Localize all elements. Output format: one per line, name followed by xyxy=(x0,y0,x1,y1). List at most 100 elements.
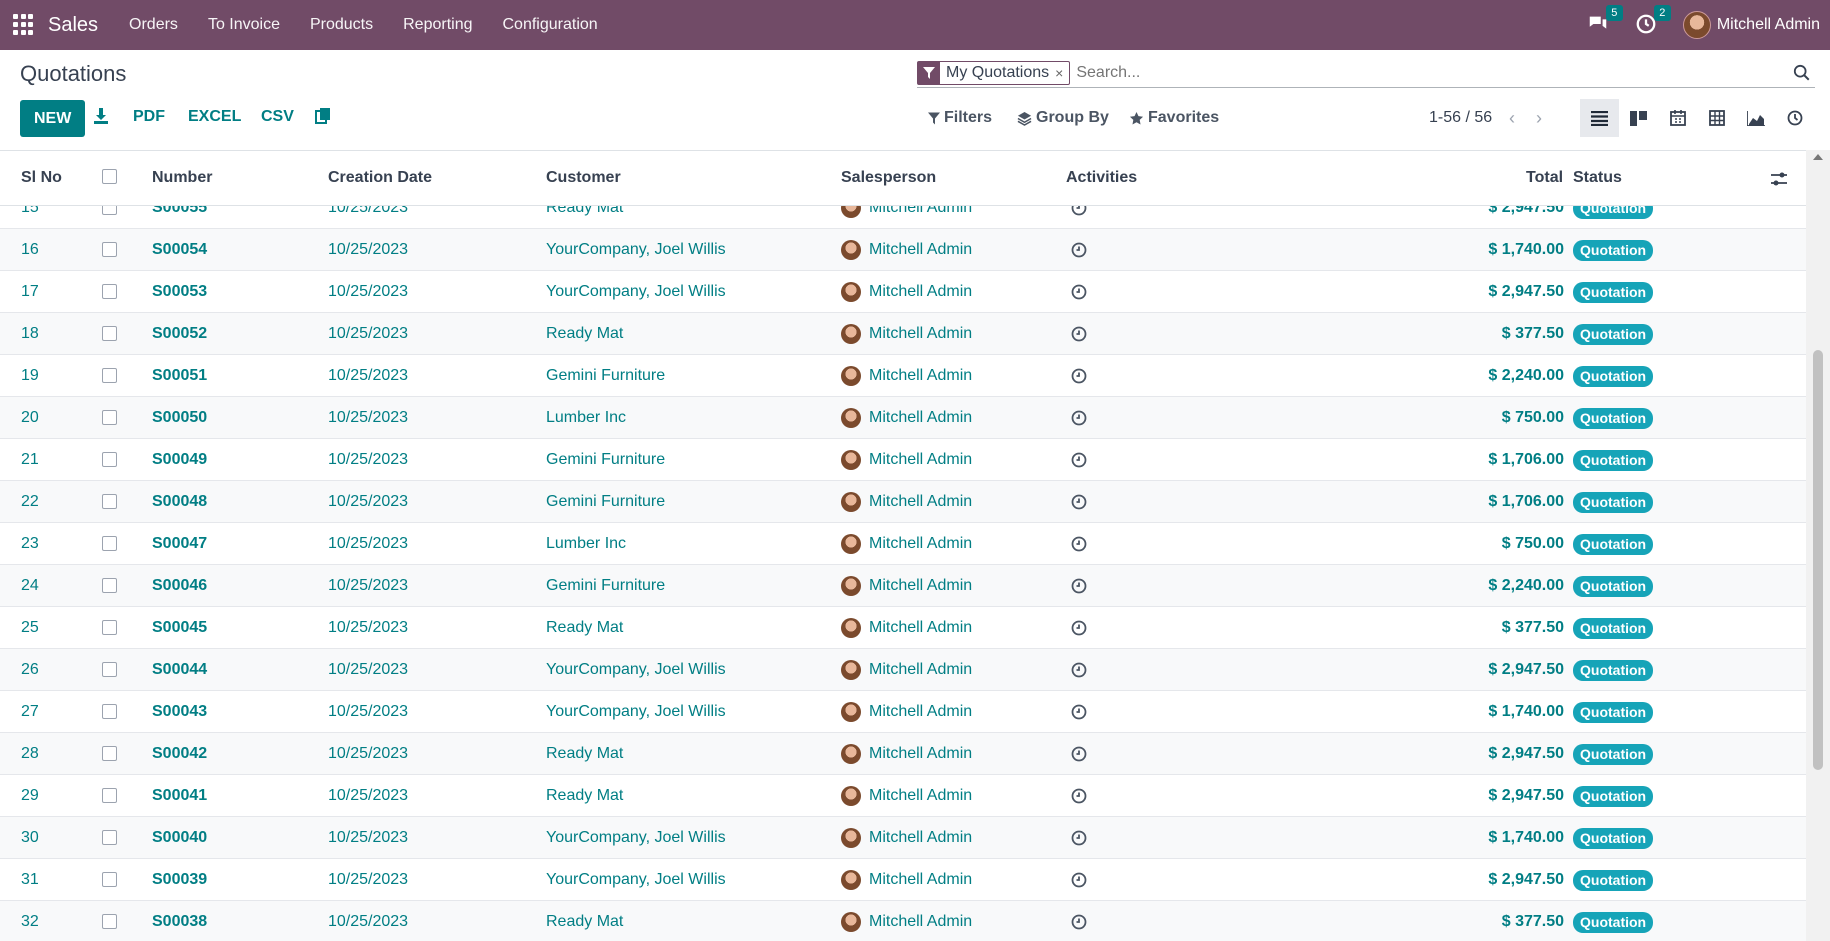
header-number[interactable]: Number xyxy=(152,169,212,187)
row-salesperson[interactable]: Mitchell Admin xyxy=(869,397,972,439)
messages-button[interactable]: 5 xyxy=(1587,5,1623,37)
row-checkbox[interactable] xyxy=(102,410,117,425)
row-customer[interactable]: YourCompany, Joel Willis xyxy=(546,817,726,859)
row-checkbox[interactable] xyxy=(102,536,117,551)
row-customer[interactable]: YourCompany, Joel Willis xyxy=(546,691,726,733)
row-checkbox[interactable] xyxy=(102,872,117,887)
row-checkbox[interactable] xyxy=(102,368,117,383)
table-row[interactable]: 26 S00044 10/25/2023 YourCompany, Joel Will… xyxy=(0,649,1806,691)
header-status[interactable]: Status xyxy=(1573,169,1622,187)
activity-clock-icon[interactable] xyxy=(1071,326,1087,342)
row-salesperson[interactable]: Mitchell Admin xyxy=(869,523,972,565)
menu-configuration[interactable]: Configuration xyxy=(488,16,613,34)
row-salesperson[interactable]: Mitchell Admin xyxy=(869,355,972,397)
row-customer[interactable]: Gemini Furniture xyxy=(546,439,665,481)
header-total[interactable]: Total xyxy=(1526,169,1563,187)
csv-button[interactable]: CSV xyxy=(261,108,294,126)
row-number[interactable]: S00052 xyxy=(152,313,207,355)
scroll-up-arrow[interactable] xyxy=(1813,154,1823,160)
table-row[interactable]: 22 S00048 10/25/2023 Gemini Furniture Mitche… xyxy=(0,481,1806,523)
row-checkbox[interactable] xyxy=(102,452,117,467)
row-number[interactable]: S00040 xyxy=(152,817,207,859)
activity-clock-icon[interactable] xyxy=(1071,662,1087,678)
menu-to-invoice[interactable]: To Invoice xyxy=(193,16,295,34)
row-customer[interactable]: YourCompany, Joel Willis xyxy=(546,271,726,313)
optional-columns-icon[interactable] xyxy=(1770,170,1788,188)
table-row[interactable]: 23 S00047 10/25/2023 Lumber Inc Mitchell Adm… xyxy=(0,523,1806,565)
row-customer[interactable]: Gemini Furniture xyxy=(546,565,665,607)
pager-previous-button[interactable]: ‹ xyxy=(1509,108,1515,129)
table-row[interactable]: 31 S00039 10/25/2023 YourCompany, Joel Will… xyxy=(0,859,1806,901)
row-customer[interactable]: Ready Mat xyxy=(546,313,623,355)
row-number[interactable]: S00054 xyxy=(152,229,207,271)
table-row[interactable]: 18 S00052 10/25/2023 Ready Mat Mitchell Admi… xyxy=(0,313,1806,355)
user-menu[interactable]: Mitchell Admin xyxy=(1682,11,1820,39)
excel-button[interactable]: EXCEL xyxy=(188,108,241,126)
row-number[interactable]: S00048 xyxy=(152,481,207,523)
row-customer[interactable]: Lumber Inc xyxy=(546,523,626,565)
table-row[interactable]: 24 S00046 10/25/2023 Gemini Furniture Mitche… xyxy=(0,565,1806,607)
row-checkbox[interactable] xyxy=(102,326,117,341)
list-view-button[interactable] xyxy=(1580,99,1619,137)
row-number[interactable]: S00046 xyxy=(152,565,207,607)
activity-clock-icon[interactable] xyxy=(1071,872,1087,888)
row-customer[interactable]: Ready Mat xyxy=(546,607,623,649)
activity-clock-icon[interactable] xyxy=(1071,746,1087,762)
download-icon[interactable] xyxy=(92,107,110,125)
activity-clock-icon[interactable] xyxy=(1071,620,1087,636)
activity-clock-icon[interactable] xyxy=(1071,494,1087,510)
header-activities[interactable]: Activities xyxy=(1066,169,1137,187)
row-salesperson[interactable]: Mitchell Admin xyxy=(869,775,972,817)
row-salesperson[interactable]: Mitchell Admin xyxy=(869,481,972,523)
activity-clock-icon[interactable] xyxy=(1071,704,1087,720)
activity-clock-icon[interactable] xyxy=(1071,830,1087,846)
row-customer[interactable]: Gemini Furniture xyxy=(546,481,665,523)
table-row[interactable]: 19 S00051 10/25/2023 Gemini Furniture Mitche… xyxy=(0,355,1806,397)
header-sl-no[interactable]: Sl No xyxy=(21,169,62,187)
filters-button[interactable]: Filters xyxy=(928,109,992,127)
group-by-button[interactable]: Group By xyxy=(1017,109,1109,127)
scroll-thumb[interactable] xyxy=(1813,350,1823,770)
table-row[interactable]: 27 S00043 10/25/2023 YourCompany, Joel Will… xyxy=(0,691,1806,733)
vertical-scrollbar[interactable] xyxy=(1806,150,1830,941)
row-number[interactable]: S00050 xyxy=(152,397,207,439)
table-row[interactable]: 17 S00053 10/25/2023 YourCompany, Joel Will… xyxy=(0,271,1806,313)
row-checkbox[interactable] xyxy=(102,746,117,761)
pager-value[interactable]: 1-56 / 56 xyxy=(1429,109,1492,127)
row-customer[interactable]: Ready Mat xyxy=(546,775,623,817)
pdf-button[interactable]: PDF xyxy=(133,108,165,126)
search-input[interactable] xyxy=(1076,63,1793,82)
table-row[interactable]: 21 S00049 10/25/2023 Gemini Furniture Mitche… xyxy=(0,439,1806,481)
kanban-view-button[interactable] xyxy=(1619,99,1658,137)
row-customer[interactable]: YourCompany, Joel Willis xyxy=(546,649,726,691)
row-salesperson[interactable]: Mitchell Admin xyxy=(869,649,972,691)
row-number[interactable]: S00038 xyxy=(152,901,207,941)
row-number[interactable]: S00053 xyxy=(152,271,207,313)
activities-button[interactable]: 2 xyxy=(1635,5,1671,37)
activity-clock-icon[interactable] xyxy=(1071,578,1087,594)
app-brand[interactable]: Sales xyxy=(48,14,98,37)
row-checkbox[interactable] xyxy=(102,704,117,719)
row-checkbox[interactable] xyxy=(102,578,117,593)
header-customer[interactable]: Customer xyxy=(546,169,621,187)
row-number[interactable]: S00044 xyxy=(152,649,207,691)
row-salesperson[interactable]: Mitchell Admin xyxy=(869,229,972,271)
row-checkbox[interactable] xyxy=(102,830,117,845)
row-customer[interactable]: Ready Mat xyxy=(546,901,623,941)
favorites-button[interactable]: Favorites xyxy=(1129,109,1219,127)
row-checkbox[interactable] xyxy=(102,788,117,803)
row-checkbox[interactable] xyxy=(102,914,117,929)
activity-clock-icon[interactable] xyxy=(1071,452,1087,468)
select-all-checkbox[interactable] xyxy=(102,169,117,184)
activity-view-button[interactable] xyxy=(1775,99,1814,137)
row-number[interactable]: S00049 xyxy=(152,439,207,481)
activity-clock-icon[interactable] xyxy=(1071,284,1087,300)
activity-clock-icon[interactable] xyxy=(1071,788,1087,804)
row-number[interactable]: S00041 xyxy=(152,775,207,817)
row-salesperson[interactable]: Mitchell Admin xyxy=(869,439,972,481)
table-row[interactable]: 29 S00041 10/25/2023 Ready Mat Mitchell Admi… xyxy=(0,775,1806,817)
row-salesperson[interactable]: Mitchell Admin xyxy=(869,313,972,355)
row-customer[interactable]: YourCompany, Joel Willis xyxy=(546,229,726,271)
row-customer[interactable]: Gemini Furniture xyxy=(546,355,665,397)
activity-clock-icon[interactable] xyxy=(1071,410,1087,426)
